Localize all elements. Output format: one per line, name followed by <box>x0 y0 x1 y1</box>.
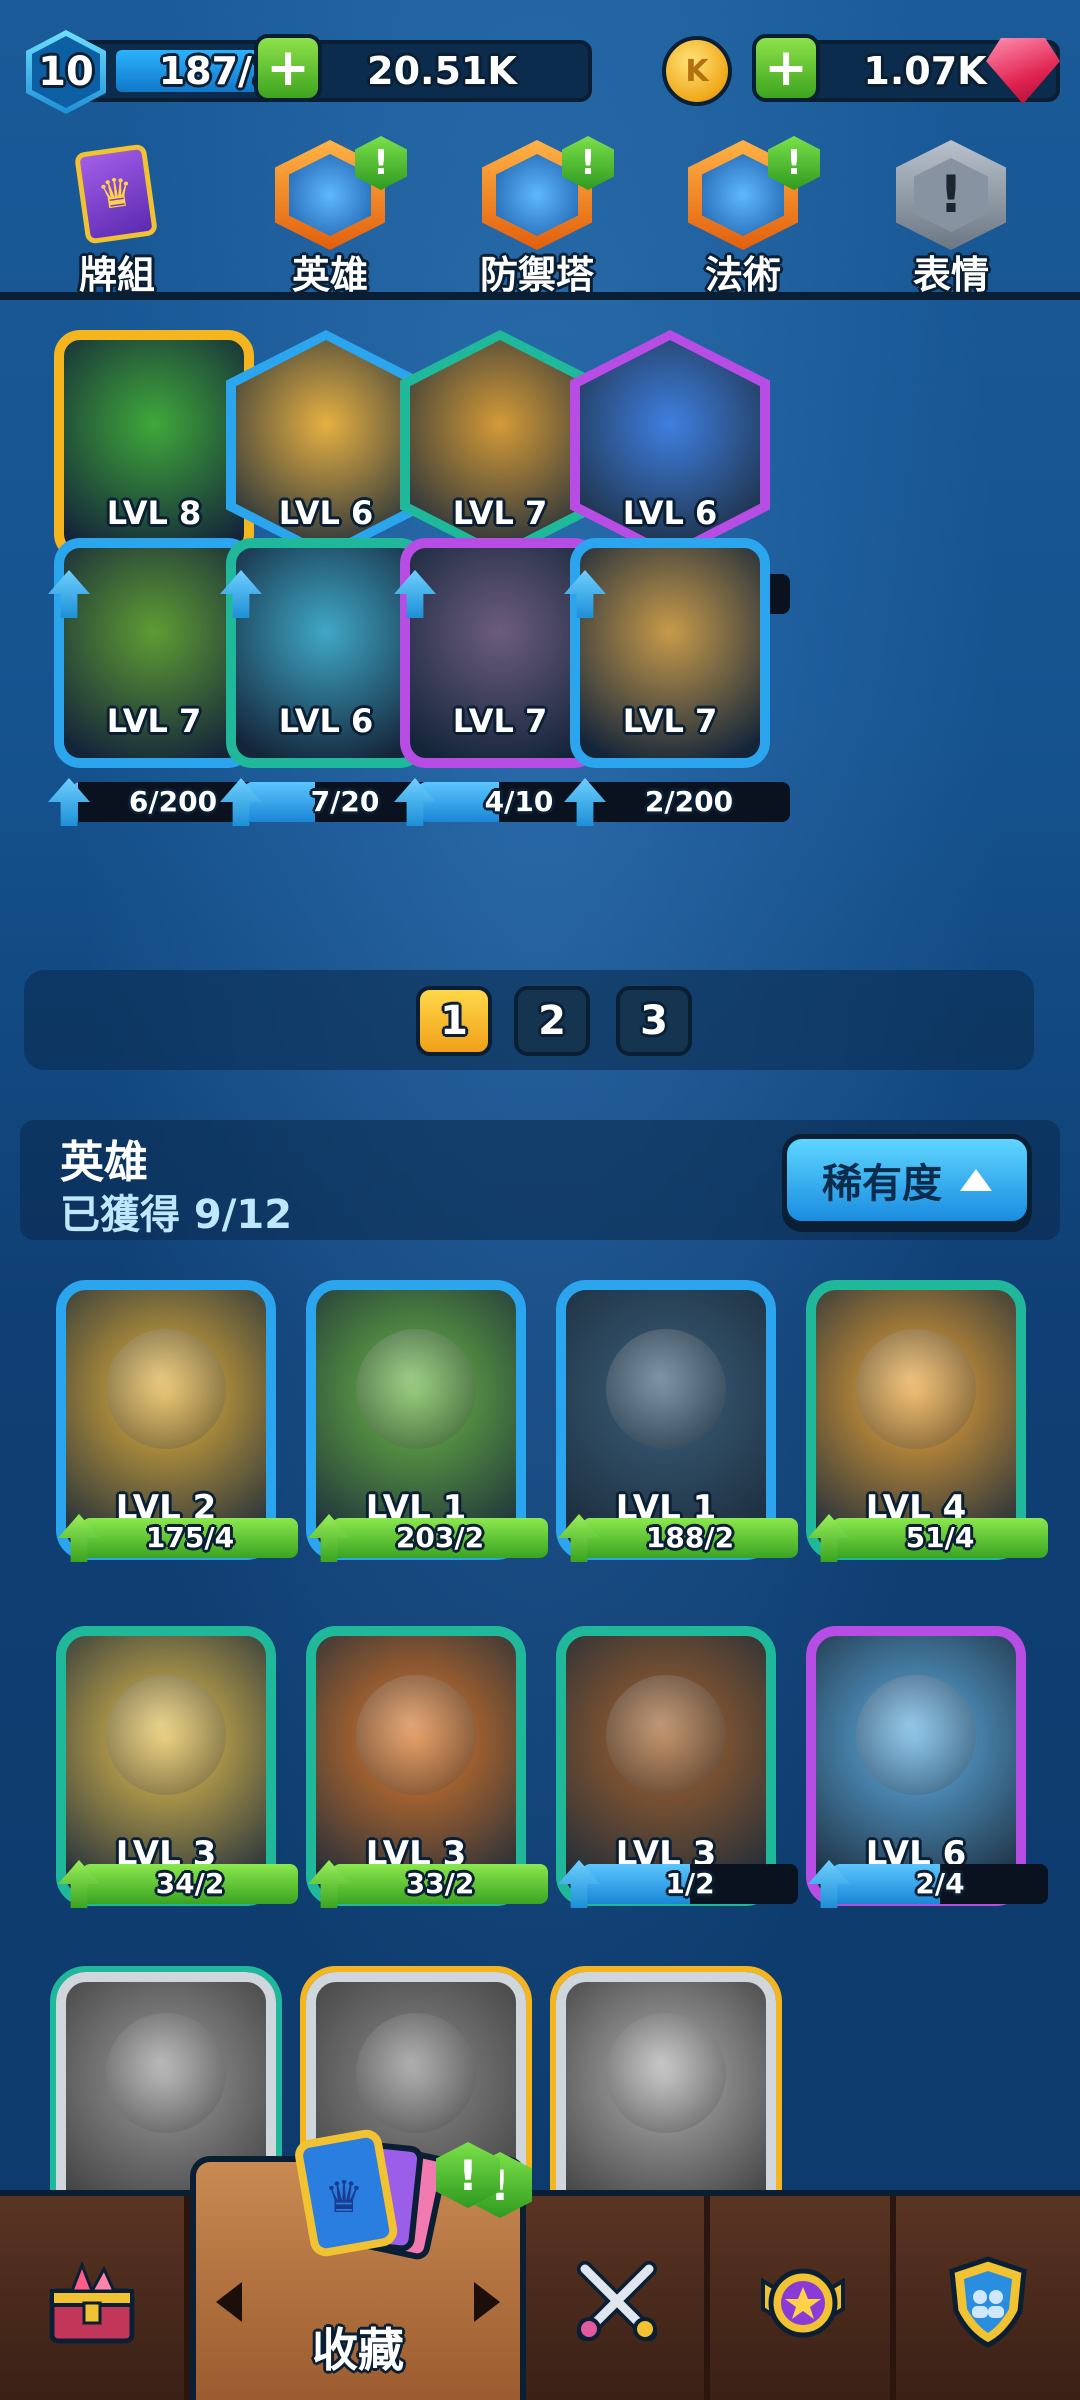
hero-card[interactable]: LVL 6 2/4 <box>806 1626 1048 1908</box>
svg-text:♛: ♛ <box>324 2172 363 2223</box>
treasure-chest-icon <box>49 2260 135 2344</box>
hero-card[interactable]: LVL 1 188/2 <box>556 1280 798 1562</box>
hero-portrait <box>356 1674 476 1795</box>
tab-emotes[interactable]: 表情 <box>876 140 1026 300</box>
hero-progress: 188/2 <box>558 1514 798 1562</box>
chevron-right-icon <box>474 2282 500 2322</box>
page-button-1[interactable]: 1 <box>416 986 492 1056</box>
card-level: LVL 6 <box>622 494 718 532</box>
tab-spells[interactable]: ! 法術 <box>668 136 820 300</box>
hero-progress: 2/4 <box>808 1860 1048 1908</box>
progress-text: 203/2 <box>395 1521 485 1554</box>
hero-card[interactable]: LVL 3 34/2 <box>56 1626 298 1908</box>
card-progress: 2/200 <box>564 778 790 826</box>
tab-towers[interactable]: ! 防禦塔 <box>462 136 614 300</box>
sort-up-icon <box>960 1169 992 1191</box>
emote-icon <box>896 140 1006 250</box>
deck-card[interactable]: LVL 82/4 <box>48 330 274 618</box>
hero-card[interactable]: LVL 4 51/4 <box>806 1280 1048 1562</box>
nav-guild[interactable] <box>898 2196 1078 2400</box>
progress-text: 51/4 <box>905 1521 975 1554</box>
collection-count: 已獲得 9/12 <box>60 1192 293 1238</box>
deck-card[interactable]: LVL 7 2/200 <box>564 538 790 826</box>
hero-progress: 1/2 <box>558 1860 798 1908</box>
card-level: LVL 8 <box>106 494 202 532</box>
progress-text: 2/200 <box>644 785 734 818</box>
nav-label: 收藏 <box>312 2323 404 2377</box>
hero-portrait <box>606 1674 726 1795</box>
page-button-2[interactable]: 2 <box>514 986 590 1056</box>
nav-collection[interactable]: ♛ ! 收藏 <box>190 2129 526 2400</box>
hero-progress: 203/2 <box>308 1514 548 1562</box>
hero-card[interactable]: LVL 3 1/2 <box>556 1626 798 1908</box>
collection-header: 英雄 已獲得 9/12 稀有度 <box>20 1120 1060 1240</box>
add-gems-button[interactable]: + <box>752 34 820 102</box>
tab-heroes[interactable]: ! 英雄 <box>255 136 407 300</box>
hero-progress: 33/2 <box>308 1860 548 1908</box>
hero-portrait <box>356 2013 476 2134</box>
hero-card[interactable]: LVL 2 175/4 <box>56 1280 298 1562</box>
card-collection-icon: ♛ <box>295 2129 447 2260</box>
progress-text: 2/4 <box>915 1867 965 1900</box>
bottom-nav: ♛ ! 收藏 <box>0 2129 1080 2400</box>
sort-rarity-button[interactable]: 稀有度 <box>782 1134 1032 1226</box>
coins-amount: 20.51K <box>367 49 517 93</box>
card-level: LVL 7 <box>106 702 202 740</box>
sort-label: 稀有度 <box>822 1161 942 1207</box>
tab-deck[interactable]: 牌組 <box>42 140 192 300</box>
hero-grid: LVL 2 175/4 LVL 1 203/2 LVL 1 188/2 LVL 4 51/4 L… <box>24 1280 1064 2238</box>
page-button-3[interactable]: 3 <box>616 986 692 1056</box>
deck-panel: LVL 82/4LVL 627/100LVL 719/50LVL 61/4LVL… <box>24 330 1054 1070</box>
deck-card[interactable]: LVL 61/4 <box>564 330 790 618</box>
hero-portrait <box>606 2013 726 2134</box>
guild-shield-icon <box>949 2256 1027 2348</box>
hero-portrait <box>856 1328 976 1449</box>
progress-text: 33/2 <box>405 1867 475 1900</box>
tab-label: 防禦塔 <box>479 253 594 297</box>
deck-card[interactable]: LVL 7 6/200 <box>48 538 274 826</box>
crossed-swords-icon <box>577 2261 657 2341</box>
tab-label: 英雄 <box>291 253 368 297</box>
nav-shop[interactable] <box>0 2196 190 2400</box>
hero-portrait <box>106 2013 226 2134</box>
top-bar: 187/200 10 + 20.51K K + 1.07K <box>22 30 1060 114</box>
collection-tabs: 牌組 ! 英雄 ! 防禦塔 ! 法術 表情 <box>0 130 1080 300</box>
card-level: LVL 6 <box>278 494 374 532</box>
tab-divider <box>0 292 1080 300</box>
hero-progress: 175/4 <box>58 1514 298 1562</box>
add-coins-button[interactable]: + <box>254 34 322 102</box>
hero-progress: 34/2 <box>58 1860 298 1908</box>
progress-text: 1/2 <box>665 1867 715 1900</box>
hero-card[interactable]: LVL 1 203/2 <box>306 1280 548 1562</box>
hero-progress: 51/4 <box>808 1514 1048 1562</box>
deck-card[interactable]: LVL 6 7/20 <box>220 538 446 826</box>
progress-text: 34/2 <box>155 1867 225 1900</box>
nav-ranking[interactable] <box>716 2196 896 2400</box>
progress-text: 175/4 <box>145 1521 235 1554</box>
hero-portrait <box>106 1674 226 1795</box>
tab-label: 牌組 <box>78 253 155 297</box>
nav-battle[interactable] <box>530 2196 710 2400</box>
progress-text: 188/2 <box>645 1521 735 1554</box>
hero-portrait <box>356 1328 476 1449</box>
chevron-left-icon <box>216 2282 242 2322</box>
gems-amount: 1.07K <box>863 49 987 93</box>
coin-icon: K <box>662 36 732 106</box>
hero-portrait <box>606 1328 726 1449</box>
hero-portrait <box>856 1674 976 1795</box>
star-badge-icon <box>761 2268 845 2338</box>
coins-display: 20.51K <box>292 40 592 102</box>
deck-card[interactable]: LVL 627/100 <box>220 330 446 618</box>
hero-card[interactable]: LVL 3 33/2 <box>306 1626 548 1908</box>
deck-pager: 1 2 3 <box>24 970 1034 1070</box>
hero-portrait <box>106 1328 226 1449</box>
tab-label: 表情 <box>912 253 989 297</box>
card-level: LVL 7 <box>622 702 718 740</box>
tab-label: 法術 <box>704 253 781 297</box>
card-level: LVL 6 <box>278 702 374 740</box>
collection-title: 英雄 <box>60 1137 148 1188</box>
deck-icon <box>62 140 172 250</box>
